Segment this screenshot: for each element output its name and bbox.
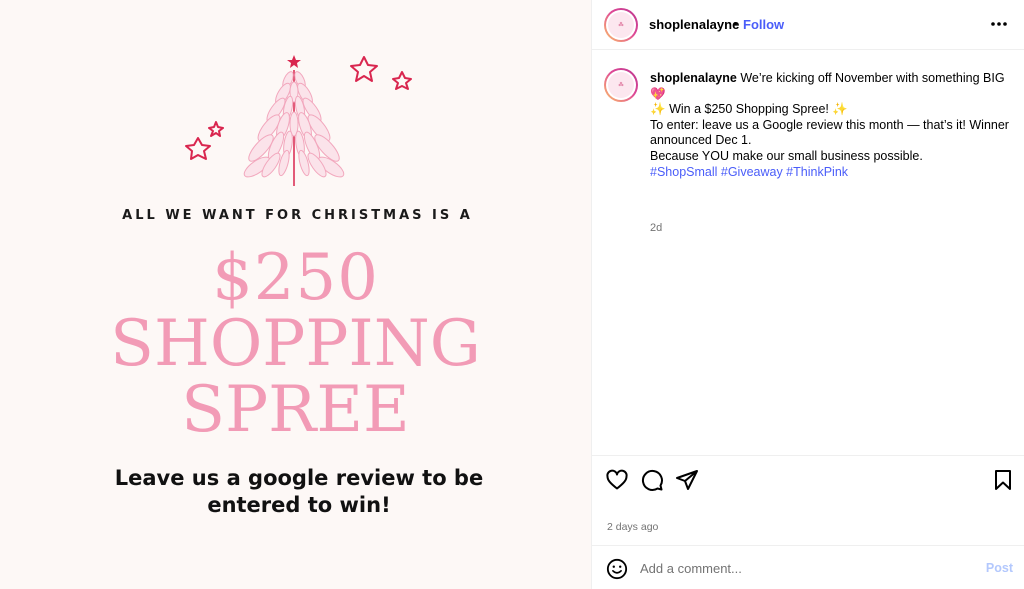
caption-line-2: Win a $250 Shopping Spree! — [669, 102, 829, 117]
cta-line-1: Leave us a google review to be — [114, 466, 484, 490]
post-panel: ⁂ shoplenalayne • Follow ⁂ shoplenalayne… — [591, 0, 1024, 589]
post-date: 2 days ago — [607, 521, 659, 533]
heart-emoji: 💖 — [650, 86, 666, 101]
christmas-tree-illustration — [185, 55, 412, 186]
caption-area: ⁂ shoplenalayne We’re kicking off Novemb… — [592, 50, 1024, 455]
post-header: ⁂ shoplenalayne • Follow — [592, 0, 1024, 50]
post-image[interactable]: ALL WE WANT FOR CHRISTMAS IS A $250 SHOP… — [0, 0, 591, 589]
avatar-image: ⁂ — [608, 12, 634, 38]
prize-amount: $250 — [212, 241, 379, 315]
avatar[interactable]: ⁂ — [604, 8, 638, 42]
emoji-icon[interactable] — [606, 558, 628, 580]
sparkle-emoji: ✨ — [832, 102, 848, 117]
star-decoration — [208, 121, 224, 137]
star-decoration — [350, 56, 378, 82]
call-to-action: Leave us a google review to be entered t… — [0, 465, 591, 519]
separator-dot: • — [733, 16, 738, 31]
caption-line-1: We’re kicking off November with somethin… — [740, 71, 1005, 85]
action-bar — [592, 455, 1024, 501]
star-decoration — [185, 137, 211, 160]
heart-icon[interactable] — [605, 468, 629, 492]
comment-bar: Post — [592, 545, 1024, 589]
bookmark-icon[interactable] — [991, 468, 1015, 492]
prize-line-spree: SPREE — [181, 373, 410, 447]
more-options-icon[interactable] — [988, 14, 1010, 34]
caption-text: shoplenalayne We’re kicking off November… — [650, 71, 1010, 180]
comment-bubble-icon[interactable] — [640, 468, 664, 492]
post-comment-button[interactable]: Post — [986, 561, 1013, 575]
sparkle-emoji: ✨ — [650, 102, 666, 117]
caption-line-4: Because YOU make our small business poss… — [650, 148, 923, 163]
follow-button[interactable]: Follow — [743, 17, 784, 32]
star-decoration — [392, 71, 412, 90]
caption-line-3: To enter: leave us a Google review this … — [650, 117, 1009, 148]
cta-line-2: entered to win! — [207, 493, 391, 517]
headline-small: ALL WE WANT FOR CHRISTMAS IS A — [122, 208, 473, 223]
caption-username[interactable]: shoplenalayne — [650, 71, 737, 85]
caption-hashtags[interactable]: #ShopSmall #Giveaway #ThinkPink — [650, 165, 848, 179]
avatar-image: ⁂ — [608, 72, 634, 98]
caption-avatar[interactable]: ⁂ — [604, 68, 638, 102]
prize-line-shopping: SHOPPING — [110, 307, 481, 381]
header-username[interactable]: shoplenalayne — [649, 17, 739, 32]
paper-plane-icon[interactable] — [675, 468, 699, 492]
comment-input[interactable] — [640, 556, 960, 580]
caption-timestamp: 2d — [650, 222, 663, 234]
